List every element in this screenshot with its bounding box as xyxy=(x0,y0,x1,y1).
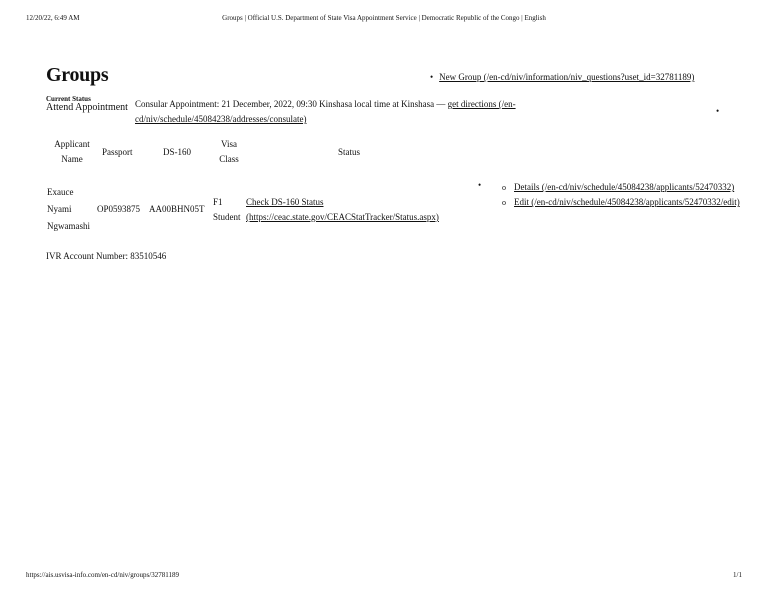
visa-class-label: Student xyxy=(213,212,241,222)
check-ds160-status-link[interactable]: Check DS-160 Status xyxy=(246,195,324,210)
applicant-last-name: Ngwamashi xyxy=(47,221,90,231)
header-applicant-name: Applicant Name xyxy=(46,137,98,167)
details-item: o Details (/en-cd/niv/schedule/45084238/… xyxy=(502,180,742,195)
new-group-link[interactable]: New Group (/en-cd/niv/information/niv_qu… xyxy=(439,72,694,82)
print-doc-title: Groups | Official U.S. Department of Sta… xyxy=(222,14,546,22)
header-visa-line1: Visa xyxy=(221,139,237,149)
applicant-first-name: Exauce xyxy=(47,187,74,197)
check-status-link-wrap: Check DS-160 Status xyxy=(246,195,324,210)
ivr-account-number: IVR Account Number: 83510546 xyxy=(46,251,167,261)
appointment-text: Consular Appointment: 21 December, 2022,… xyxy=(135,99,448,109)
visa-class-code: F1 xyxy=(213,197,223,207)
ceac-link-wrap: (https://ceac.state.gov/CEACStatTracker/… xyxy=(246,210,439,225)
bullet-icon: • xyxy=(716,106,720,116)
applicant-middle-name: Nyami xyxy=(47,204,72,214)
edit-link[interactable]: Edit (/en-cd/niv/schedule/45084238/appli… xyxy=(514,197,740,207)
passport-number: OP0593875 xyxy=(97,204,141,214)
header-passport: Passport xyxy=(102,147,133,157)
bullet-icon: • xyxy=(430,72,434,82)
header-applicant-line2: Name xyxy=(61,154,83,164)
bullet-icon: • xyxy=(478,180,482,190)
page-title: Groups xyxy=(46,64,109,86)
circle-bullet-icon: o xyxy=(502,183,506,192)
applicant-name: Exauce Nyami Ngwamashi xyxy=(47,185,90,234)
header-status: Status xyxy=(338,147,361,157)
new-group-item: • New Group (/en-cd/niv/information/niv_q… xyxy=(430,72,694,82)
header-applicant-line1: Applicant xyxy=(54,139,90,149)
applicant-actions: o Details (/en-cd/niv/schedule/45084238/… xyxy=(502,180,742,210)
header-ds160: DS-160 xyxy=(163,147,192,157)
circle-bullet-icon: o xyxy=(502,198,506,207)
ds160-number: AA00BHN05T xyxy=(149,204,205,214)
current-status-value: Attend Appointment xyxy=(46,102,128,113)
details-link[interactable]: Details (/en-cd/niv/schedule/45084238/ap… xyxy=(514,182,734,192)
print-url: https://ais.usvisa-info.com/en-cd/niv/gr… xyxy=(26,571,179,579)
header-visa-class: Visa Class xyxy=(212,137,246,167)
visa-class: F1 Student xyxy=(213,195,241,225)
ceac-status-link[interactable]: (https://ceac.state.gov/CEACStatTracker/… xyxy=(246,210,439,225)
edit-item: o Edit (/en-cd/niv/schedule/45084238/app… xyxy=(502,195,742,210)
print-page-number: 1/1 xyxy=(733,571,742,579)
header-visa-line2: Class xyxy=(219,154,239,164)
appointment-info: Consular Appointment: 21 December, 2022,… xyxy=(135,97,575,127)
